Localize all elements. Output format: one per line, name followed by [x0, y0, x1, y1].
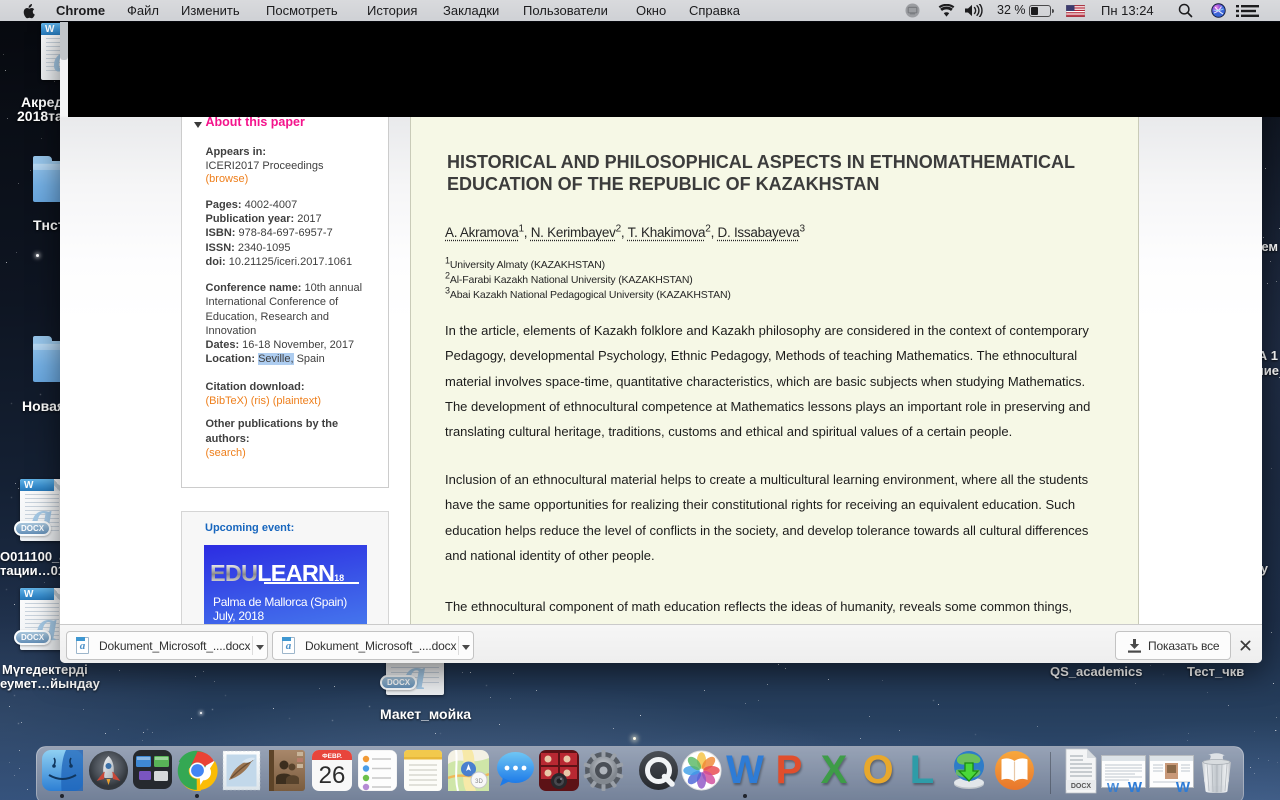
svg-text:ФЕВР.: ФЕВР. — [322, 753, 342, 760]
svg-text:W: W — [1107, 780, 1120, 793]
svg-text:26: 26 — [319, 762, 346, 789]
svg-text:W: W — [1176, 779, 1191, 793]
svg-text:W: W — [1128, 779, 1143, 793]
svg-text:3D: 3D — [475, 779, 483, 785]
svg-text:DOCX: DOCX — [1071, 783, 1092, 790]
